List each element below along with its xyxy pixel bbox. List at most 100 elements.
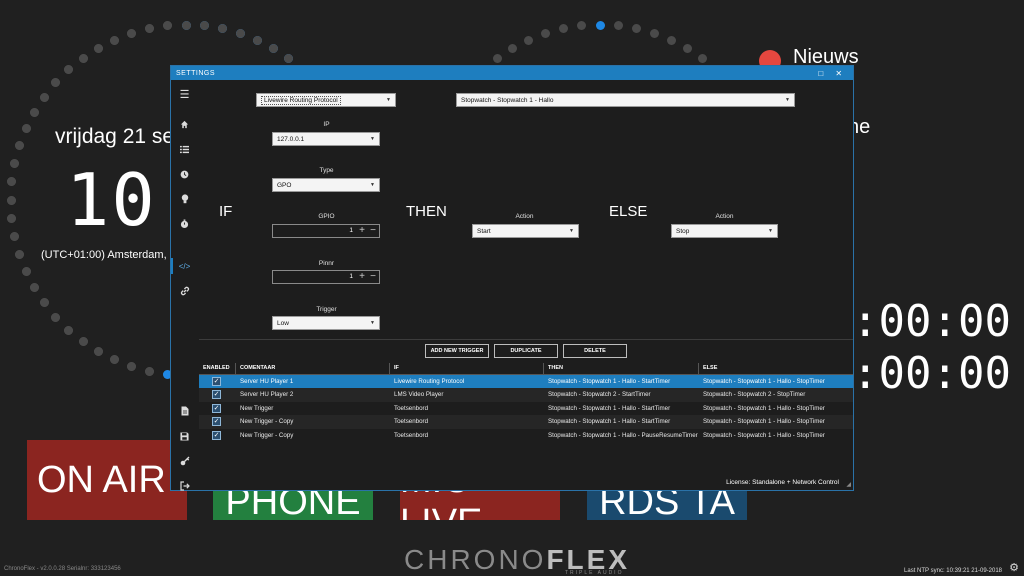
- table-row[interactable]: ✓ Server HU Player 1 Livewire Routing Pr…: [199, 375, 853, 389]
- background-date: vrijdag 21 se: [55, 125, 175, 148]
- ntp-sync-status: Last NTP sync: 10:39:21 21-09-2018: [904, 568, 1002, 574]
- then-action-value: Start: [477, 227, 491, 235]
- clock-second-dot: [577, 21, 587, 31]
- clock-second-dot: [7, 213, 17, 223]
- action-target-select[interactable]: Stopwatch - Stopwatch 1 - Hallo ▼: [456, 93, 795, 107]
- column-header-then[interactable]: THEN: [548, 365, 563, 371]
- else-action-select[interactable]: Stop ▼: [671, 224, 778, 238]
- then-heading: THEN: [406, 203, 447, 220]
- resize-grip-icon[interactable]: ◢: [846, 481, 851, 488]
- clock-second-dot: [10, 159, 20, 169]
- document-icon[interactable]: [177, 404, 192, 418]
- gear-icon[interactable]: ⚙: [1009, 561, 1019, 574]
- column-header-comment[interactable]: COMENTAAR: [240, 365, 275, 371]
- window-titlebar[interactable]: SETTINGS □ ✕: [171, 66, 853, 80]
- table-row[interactable]: ✓ New Trigger Toetsenbord Stopwatch - St…: [199, 402, 853, 415]
- row-comment: New Trigger - Copy: [240, 431, 294, 439]
- column-divider: [389, 363, 390, 374]
- close-icon[interactable]: ✕: [830, 69, 848, 78]
- menu-icon[interactable]: ☰: [177, 87, 192, 101]
- clock-second-dot: [29, 108, 39, 117]
- row-else: Stopwatch - Stopwatch 1 - Hallo - StopTi…: [703, 418, 825, 426]
- table-row[interactable]: ✓ New Trigger - Copy Toetsenbord Stopwat…: [199, 429, 853, 442]
- clock-second-dot: [492, 53, 502, 63]
- background-timezone: (UTC+01:00) Amsterdam, Be: [41, 249, 184, 261]
- clock-second-dot: [541, 29, 551, 39]
- clock-second-dot: [698, 53, 708, 63]
- save-icon[interactable]: [177, 429, 192, 443]
- enabled-checkbox[interactable]: ✓: [212, 390, 221, 400]
- clock-second-dot: [110, 35, 120, 45]
- bulb-icon[interactable]: [177, 192, 192, 206]
- row-else: Stopwatch - Stopwatch 2 - StopTimer: [703, 391, 806, 399]
- minus-icon[interactable]: −: [370, 225, 376, 236]
- else-action-label: Action: [715, 213, 734, 220]
- row-if: LMS Video Player: [394, 391, 444, 399]
- row-else: Stopwatch - Stopwatch 1 - Hallo - StopTi…: [703, 431, 825, 439]
- add-new-trigger-button[interactable]: ADD NEW TRIGGER: [425, 344, 489, 358]
- clock-second-dot: [683, 43, 692, 53]
- row-comment: New Trigger: [240, 404, 274, 412]
- enabled-checkbox[interactable]: ✓: [212, 403, 221, 413]
- ip-select[interactable]: 127.0.0.1 ▼: [272, 132, 380, 146]
- clock-second-dot: [559, 24, 569, 34]
- clock-second-dot: [6, 195, 16, 205]
- delete-button[interactable]: DELETE: [563, 344, 627, 358]
- exit-icon[interactable]: [177, 479, 192, 493]
- plus-icon[interactable]: +: [359, 271, 365, 282]
- clock-icon[interactable]: [177, 167, 192, 181]
- else-heading: ELSE: [609, 203, 648, 220]
- ip-label: IP: [323, 121, 330, 128]
- row-else: Stopwatch - Stopwatch 1 - Hallo - StopTi…: [703, 404, 825, 412]
- chevron-down-icon: ▼: [569, 228, 574, 234]
- column-header-enabled[interactable]: ENABLED: [203, 365, 230, 371]
- settings-window: SETTINGS □ ✕ ☰ </> Livewire Routing Prot…: [170, 65, 854, 491]
- trigger-source-select[interactable]: Livewire Routing Protocol ▼: [256, 93, 396, 107]
- clock-second-dot: [199, 21, 209, 31]
- maximize-icon[interactable]: □: [812, 69, 830, 78]
- row-comment: Server HU Player 2: [240, 391, 294, 399]
- then-action-select[interactable]: Start ▼: [472, 224, 579, 238]
- editor-divider: [199, 339, 853, 340]
- then-action-label: Action: [515, 213, 534, 220]
- pinnr-value: 1: [349, 273, 353, 280]
- column-header-else[interactable]: ELSE: [703, 365, 717, 371]
- clock-second-dot: [39, 92, 49, 102]
- gpio-stepper[interactable]: 1 + −: [272, 224, 380, 238]
- clock-second-dot: [29, 283, 39, 292]
- minus-icon[interactable]: −: [370, 271, 376, 282]
- plus-icon[interactable]: +: [359, 225, 365, 236]
- clock-second-dot: [64, 65, 74, 75]
- trigger-select[interactable]: Low ▼: [272, 316, 380, 330]
- link-icon[interactable]: [177, 284, 192, 298]
- enabled-checkbox[interactable]: ✓: [212, 417, 221, 427]
- enabled-checkbox[interactable]: ✓: [212, 377, 221, 386]
- list-icon[interactable]: [177, 142, 192, 156]
- type-select[interactable]: GPO ▼: [272, 178, 380, 192]
- enabled-checkbox[interactable]: ✓: [212, 430, 221, 440]
- clock-second-dot: [127, 361, 137, 371]
- key-icon[interactable]: [177, 454, 192, 468]
- clock-second-dot: [64, 325, 74, 335]
- home-icon[interactable]: [177, 117, 192, 131]
- clock-second-dot: [51, 312, 61, 322]
- duplicate-button[interactable]: DUPLICATE: [494, 344, 558, 358]
- on-air-tile[interactable]: ON AIR: [27, 440, 187, 520]
- clock-second-dot: [94, 347, 103, 357]
- clock-second-dot: [21, 124, 31, 134]
- column-header-if[interactable]: IF: [394, 365, 399, 371]
- code-icon[interactable]: </>: [177, 259, 192, 273]
- row-comment: Server HU Player 1: [240, 378, 294, 385]
- clock-second-dot: [15, 249, 25, 259]
- clock-second-dot: [631, 24, 641, 34]
- row-comment: New Trigger - Copy: [240, 418, 294, 426]
- row-then: Stopwatch - Stopwatch 1 - Hallo - PauseR…: [548, 431, 698, 439]
- stopwatch-icon[interactable]: [177, 217, 192, 231]
- chevron-down-icon: ▼: [386, 97, 391, 103]
- trigger-source-value: Livewire Routing Protocol: [261, 95, 341, 105]
- table-row[interactable]: ✓ Server HU Player 2 LMS Video Player St…: [199, 388, 853, 402]
- pinnr-stepper[interactable]: 1 + −: [272, 270, 380, 284]
- table-row[interactable]: ✓ New Trigger - Copy Toetsenbord Stopwat…: [199, 415, 853, 429]
- clock-second-dot: [145, 24, 155, 34]
- clock-second-dot: [269, 43, 278, 53]
